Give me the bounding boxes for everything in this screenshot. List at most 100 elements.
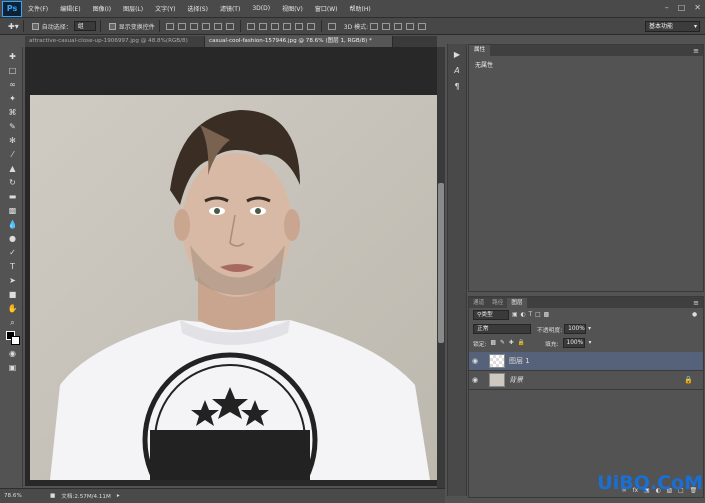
lock-transparent-icon[interactable]: ▩ bbox=[491, 340, 496, 346]
layer-name[interactable]: 图层 1 bbox=[509, 356, 530, 366]
distribute-right-icon[interactable] bbox=[306, 22, 315, 30]
background-color-swatch[interactable] bbox=[10, 336, 20, 345]
fill-field[interactable]: 100% bbox=[562, 338, 585, 348]
fill-chevron-icon[interactable]: ▾ bbox=[589, 340, 592, 346]
path-select-tool-icon[interactable]: ➤ bbox=[6, 275, 20, 286]
align-right-icon[interactable] bbox=[225, 22, 234, 30]
visibility-eye-icon[interactable]: ◉ bbox=[469, 376, 481, 384]
brush-tool-icon[interactable]: ⁄ bbox=[6, 149, 20, 160]
auto-select-checkbox[interactable] bbox=[31, 22, 39, 30]
chevron-right-icon[interactable]: ▸ bbox=[117, 493, 120, 499]
menu-help[interactable]: 帮助(H) bbox=[344, 4, 377, 13]
menu-file[interactable]: 文件(F) bbox=[22, 4, 54, 13]
lock-position-icon[interactable]: ✚ bbox=[509, 340, 514, 346]
align-bottom-icon[interactable] bbox=[189, 22, 198, 30]
status-menu-icon[interactable]: ■ bbox=[50, 493, 55, 499]
eyedropper-tool-icon[interactable]: ✎ bbox=[6, 121, 20, 132]
eraser-tool-icon[interactable]: ▬ bbox=[6, 191, 20, 202]
zoom-level[interactable]: 78.6% bbox=[4, 493, 32, 499]
move-tool-icon[interactable]: ✚ bbox=[6, 51, 20, 62]
tab-document-2[interactable]: casual-cool-fashion-157946.jpg @ 78.6% (… bbox=[205, 36, 393, 47]
move-tool-preset-icon[interactable]: ✚▾ bbox=[8, 22, 19, 31]
drag-3d-icon[interactable] bbox=[394, 22, 403, 30]
menu-type[interactable]: 文字(Y) bbox=[149, 4, 181, 13]
filter-type-icon[interactable]: T bbox=[529, 312, 533, 318]
tab-layers[interactable]: 图层 bbox=[507, 297, 527, 308]
filter-toggle-icon[interactable]: ● bbox=[692, 312, 697, 318]
filter-smart-icon[interactable]: ▩ bbox=[544, 312, 549, 318]
filter-shape-icon[interactable]: □ bbox=[535, 312, 540, 318]
tab-paths[interactable]: 路径 bbox=[488, 297, 508, 308]
layer-name[interactable]: 背景 bbox=[509, 375, 523, 385]
opacity-field[interactable]: 100% bbox=[564, 324, 587, 334]
menu-edit[interactable]: 编辑(E) bbox=[54, 4, 86, 13]
layer-row[interactable]: ◉ 图层 1 bbox=[469, 352, 703, 371]
paragraph-panel-icon[interactable]: ¶ bbox=[451, 82, 463, 92]
zoom-tool-icon[interactable]: ⌕ bbox=[6, 317, 20, 328]
type-tool-icon[interactable]: T bbox=[6, 261, 20, 272]
distribute-hcenter-icon[interactable] bbox=[294, 22, 303, 30]
show-transform-checkbox[interactable] bbox=[108, 22, 116, 30]
align-vcenter-icon[interactable] bbox=[177, 22, 186, 30]
collapsed-panels-strip: ▶ A ¶ bbox=[447, 44, 467, 496]
quick-select-tool-icon[interactable]: ✦ bbox=[6, 93, 20, 104]
layer-row[interactable]: ◉ 背景 🔒 bbox=[469, 371, 703, 390]
align-left-icon[interactable] bbox=[201, 22, 210, 30]
character-panel-icon[interactable]: A bbox=[451, 66, 463, 76]
clone-stamp-tool-icon[interactable]: ▲ bbox=[6, 163, 20, 174]
visibility-eye-icon[interactable]: ◉ bbox=[469, 357, 481, 365]
layer-filter-dropdown[interactable]: ⚲类型 bbox=[473, 310, 509, 320]
panel-menu-icon[interactable]: ≡ bbox=[693, 47, 699, 55]
rotate-3d-icon[interactable] bbox=[370, 22, 379, 30]
menu-image[interactable]: 图像(I) bbox=[87, 4, 117, 13]
tab-document-1[interactable]: attractive-casual-close-up-1906997.jpg @… bbox=[25, 36, 205, 47]
distribute-vcenter-icon[interactable] bbox=[258, 22, 267, 30]
scale-3d-icon[interactable] bbox=[418, 22, 427, 30]
distribute-top-icon[interactable] bbox=[246, 22, 255, 30]
quick-mask-icon[interactable]: ◉ bbox=[6, 348, 20, 359]
screen-mode-icon[interactable]: ▣ bbox=[6, 362, 20, 373]
maximize-icon[interactable]: □ bbox=[678, 3, 686, 12]
pen-tool-icon[interactable]: ✓ bbox=[6, 247, 20, 258]
align-top-icon[interactable] bbox=[165, 22, 174, 30]
menu-view[interactable]: 视图(V) bbox=[276, 4, 309, 13]
history-brush-tool-icon[interactable]: ↻ bbox=[6, 177, 20, 188]
minimize-icon[interactable]: – bbox=[665, 3, 669, 12]
document-image[interactable] bbox=[30, 95, 438, 480]
marquee-tool-icon[interactable]: □ bbox=[6, 65, 20, 76]
gradient-tool-icon[interactable]: ▩ bbox=[6, 205, 20, 216]
auto-align-icon[interactable] bbox=[327, 22, 336, 30]
auto-select-dropdown[interactable]: 组 bbox=[73, 21, 96, 31]
crop-tool-icon[interactable]: ⌘ bbox=[6, 107, 20, 118]
close-icon[interactable]: ✕ bbox=[694, 3, 701, 12]
shape-tool-icon[interactable]: ■ bbox=[6, 289, 20, 300]
hand-tool-icon[interactable]: ✋ bbox=[6, 303, 20, 314]
menu-3d[interactable]: 3D(D) bbox=[246, 5, 276, 12]
healing-brush-tool-icon[interactable]: ✻ bbox=[6, 135, 20, 146]
color-swatches[interactable] bbox=[5, 331, 21, 345]
filter-pixel-icon[interactable]: ▣ bbox=[512, 312, 517, 318]
lock-pixels-icon[interactable]: ✎ bbox=[500, 340, 505, 346]
align-hcenter-icon[interactable] bbox=[213, 22, 222, 30]
opacity-chevron-icon[interactable]: ▾ bbox=[588, 326, 591, 332]
play-icon[interactable]: ▶ bbox=[451, 50, 463, 60]
slide-3d-icon[interactable] bbox=[406, 22, 415, 30]
filter-adjust-icon[interactable]: ◐ bbox=[520, 312, 525, 318]
tab-properties[interactable]: 属性 bbox=[469, 45, 491, 56]
workspace-dropdown[interactable]: 基本功能 ▾ bbox=[645, 21, 700, 32]
panel-menu-icon[interactable]: ≡ bbox=[693, 299, 699, 307]
dodge-tool-icon[interactable]: ● bbox=[6, 233, 20, 244]
menu-window[interactable]: 窗口(W) bbox=[309, 4, 344, 13]
vertical-scroll-thumb[interactable] bbox=[438, 183, 444, 343]
menu-layer[interactable]: 图层(L) bbox=[117, 4, 149, 13]
blend-mode-dropdown[interactable]: 正常 bbox=[473, 324, 531, 334]
lasso-tool-icon[interactable]: ∞ bbox=[6, 79, 20, 90]
distribute-left-icon[interactable] bbox=[282, 22, 291, 30]
tab-channels[interactable]: 通道 bbox=[469, 297, 489, 308]
menu-filter[interactable]: 滤镜(T) bbox=[214, 4, 246, 13]
menu-select[interactable]: 选择(S) bbox=[181, 4, 214, 13]
blur-tool-icon[interactable]: 💧 bbox=[6, 219, 20, 230]
distribute-bottom-icon[interactable] bbox=[270, 22, 279, 30]
roll-3d-icon[interactable] bbox=[382, 22, 391, 30]
lock-all-icon[interactable]: 🔒 bbox=[518, 340, 525, 346]
